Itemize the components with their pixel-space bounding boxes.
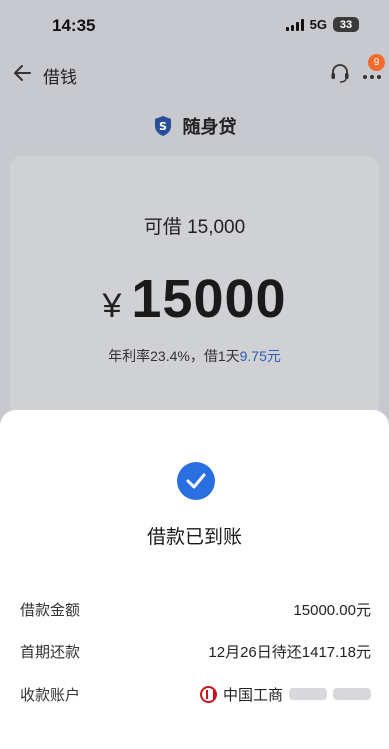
- available-limit: 可借 15,000: [143, 217, 246, 238]
- screen: 14:35 5G 33 借钱 9 S 随身贷 可借 15,000 ¥ 15000…: [0, 0, 389, 749]
- page-title: 借钱: [43, 68, 77, 87]
- masked-account-number: [289, 688, 371, 700]
- notification-badge: 9: [368, 54, 385, 71]
- rate-text: 年利率23.4%，借1天: [108, 348, 240, 364]
- interest-rate-line: 年利率23.4%，借1天9.75元: [0, 346, 389, 366]
- currency-symbol: ¥: [102, 287, 122, 325]
- status-time: 14:35: [52, 16, 96, 35]
- customer-service-icon[interactable]: [329, 62, 351, 84]
- detail-row-first-repayment: 首期还款 12月26日待还1417.18元: [20, 639, 371, 663]
- nav-bar: 借钱: [0, 52, 389, 96]
- status-indicators: 5G 33: [285, 17, 359, 32]
- battery-icon: 33: [333, 17, 359, 32]
- product-shield-icon: S: [154, 116, 171, 136]
- back-arrow-icon[interactable]: [12, 62, 34, 84]
- bank-name: 中国工商: [222, 686, 283, 704]
- row-value: 12月26日待还1417.18元: [208, 643, 371, 661]
- product-header: S 随身贷: [0, 112, 389, 140]
- row-label: 首期还款: [20, 643, 81, 661]
- network-type: 5G: [309, 17, 327, 32]
- rate-cost: 9.75元: [239, 348, 281, 364]
- detail-row-loan-amount: 借款金额 15000.00元: [20, 597, 371, 621]
- product-name: 随身贷: [182, 117, 237, 137]
- sheet-title: 借款已到账: [146, 527, 242, 548]
- svg-text:S: S: [159, 120, 167, 133]
- signal-icon: [285, 18, 304, 31]
- row-label: 收款账户: [20, 686, 81, 704]
- bank-account: 中国工商: [199, 684, 371, 705]
- loan-amount-row: ¥ 15000: [0, 268, 389, 330]
- row-label: 借款金额: [20, 601, 81, 619]
- success-check-icon: [177, 462, 215, 500]
- status-bar: 14:35 5G 33: [0, 0, 389, 52]
- loan-amount: 15000: [131, 269, 287, 329]
- row-value: 15000.00元: [293, 601, 371, 619]
- bank-logo-icon: [199, 685, 217, 703]
- detail-row-receiving-account: 收款账户 中国工商: [20, 682, 371, 706]
